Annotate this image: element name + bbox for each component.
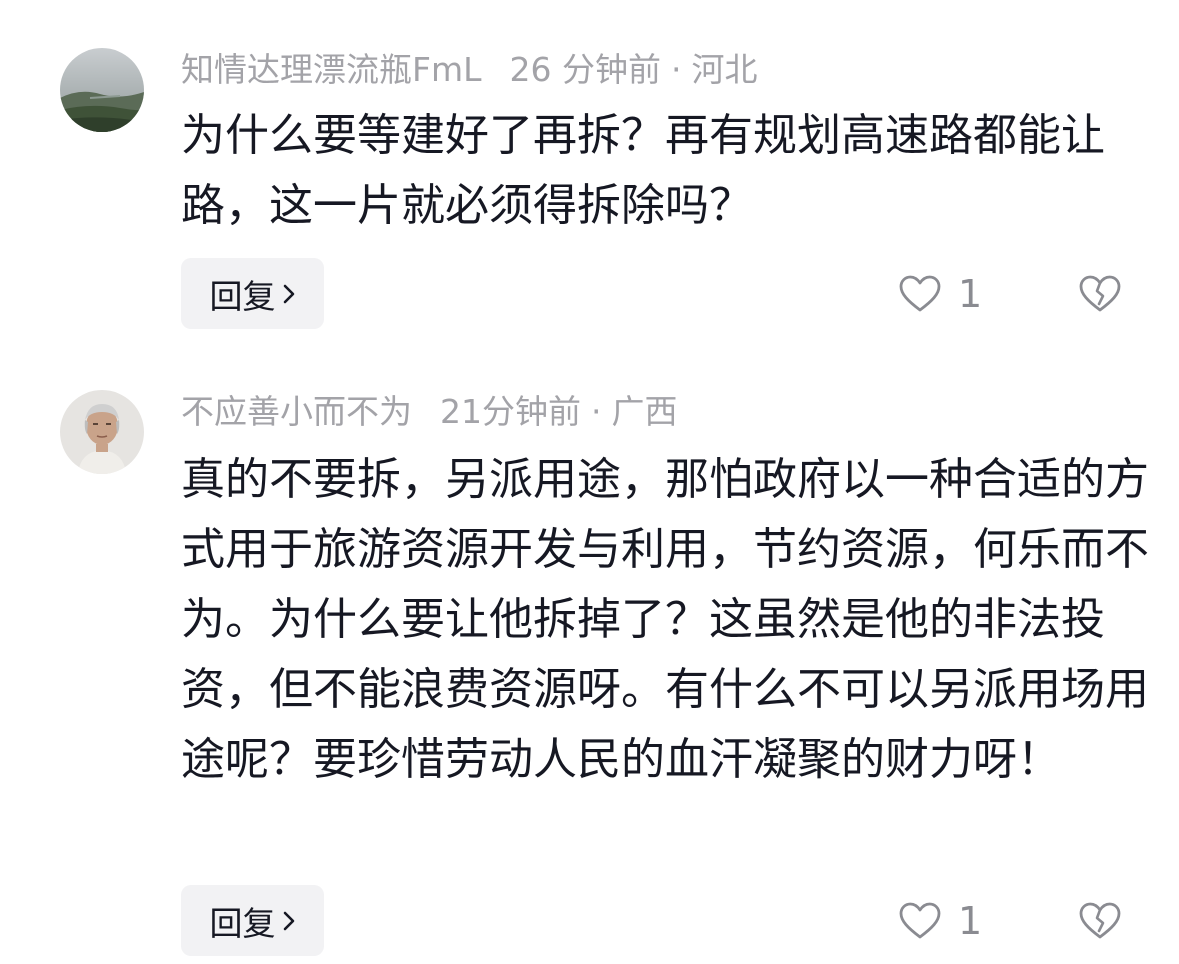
comment-location: 河北 (691, 50, 758, 89)
chevron-right-icon (283, 911, 294, 930)
username[interactable]: 不应善小而不为 (181, 392, 412, 431)
dislike-button[interactable] (1078, 274, 1122, 318)
comment-location: 广西 (611, 392, 678, 431)
chevron-right-icon (283, 284, 294, 303)
broken-heart-icon (1079, 275, 1121, 312)
dislike-button[interactable] (1078, 901, 1122, 945)
username[interactable]: 知情达理漂流瓶FmL (181, 50, 482, 89)
meta-separator: · (671, 50, 682, 89)
comment-text: 真的不要拆，另派用途，那怕政府以一种合适的方式用于旅游资源开发与利用，节约资源，… (181, 454, 1149, 785)
comment-text: 为什么要等建好了再拆？再有规划高速路都能让路，这一片就必须得拆除吗？ (181, 110, 1105, 231)
comment-time: 21分钟前 (440, 392, 581, 431)
reply-button[interactable]: 回复 (181, 258, 324, 329)
comment-meta: 不应善小而不为 21分钟前 · 广西 (181, 390, 678, 434)
meta-separator: · (591, 392, 602, 431)
reply-button[interactable]: 回复 (181, 885, 324, 956)
comment-meta: 知情达理漂流瓶FmL 26 分钟前 · 河北 (181, 48, 758, 92)
like-count: 1 (958, 899, 983, 943)
like-count: 1 (958, 272, 983, 316)
like-button[interactable]: 1 (898, 899, 982, 943)
heart-outline-icon (899, 275, 941, 312)
avatar[interactable] (60, 390, 144, 474)
reply-label: 回复 (209, 276, 276, 316)
broken-heart-icon (1079, 902, 1121, 939)
like-button[interactable]: 1 (898, 272, 982, 316)
avatar[interactable] (60, 48, 144, 132)
heart-outline-icon (899, 902, 941, 939)
reply-label: 回复 (209, 903, 276, 943)
comment-time: 26 分钟前 (509, 50, 661, 89)
